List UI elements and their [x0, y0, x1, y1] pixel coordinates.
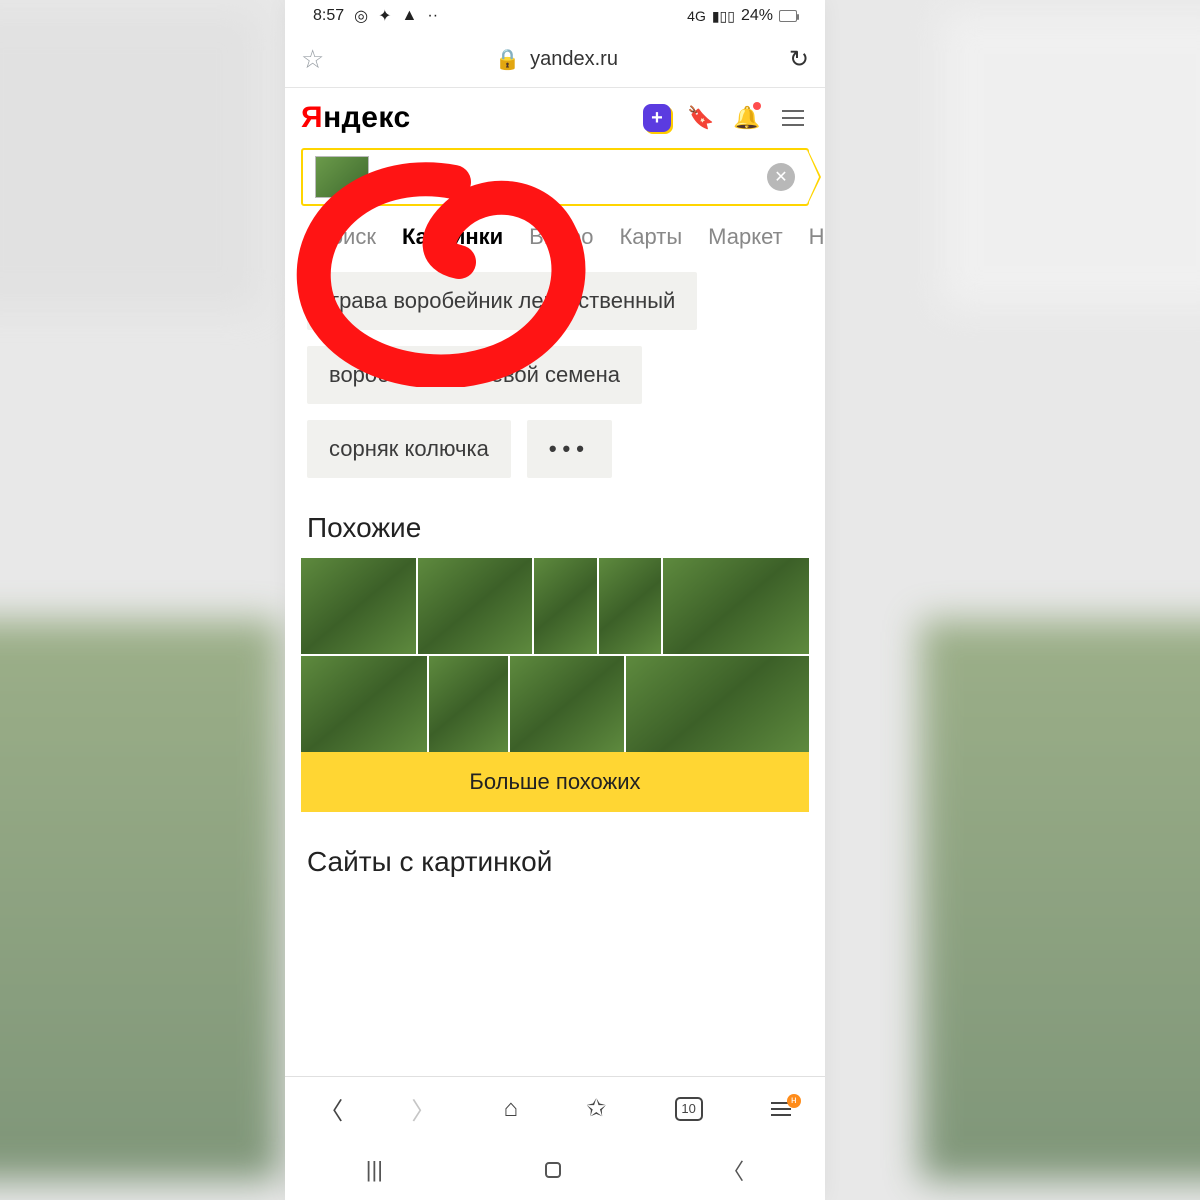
tab-video[interactable]: Видео: [529, 224, 593, 250]
yandex-header: Яндекс + 🔖 🔔: [285, 88, 825, 148]
android-nav-bar: ||| 〈: [285, 1140, 825, 1200]
logo-letter-ya: Я: [301, 101, 323, 134]
suggestion-chips: трава воробейник лекарственный воробейни…: [285, 262, 825, 478]
tab-karty[interactable]: Карты: [619, 224, 682, 250]
search-arrow-icon: [807, 148, 821, 206]
similar-heading: Похожие: [285, 478, 825, 558]
chip-suggestion[interactable]: воробейник полевой семена: [307, 346, 642, 404]
network-type: 4G: [687, 8, 706, 24]
similar-image[interactable]: [510, 656, 624, 752]
home-button-icon[interactable]: [545, 1162, 561, 1178]
chip-more[interactable]: •••: [527, 420, 612, 478]
menu-icon[interactable]: [777, 102, 809, 134]
clear-icon[interactable]: ✕: [767, 163, 795, 191]
image-search-box[interactable]: ✕: [301, 148, 809, 206]
tab-more[interactable]: Но: [809, 224, 825, 250]
warning-icon: ▲: [402, 7, 418, 25]
similar-image[interactable]: [534, 558, 597, 654]
url-domain: yandex.ru: [530, 48, 618, 71]
more-similar-button[interactable]: Больше похожих: [301, 752, 809, 812]
home-icon[interactable]: ⌂: [504, 1095, 519, 1123]
yandex-logo[interactable]: Яндекс: [301, 101, 411, 135]
back-icon[interactable]: 〈: [319, 1091, 343, 1126]
similar-image[interactable]: [663, 558, 809, 654]
phone-screen: 8:57 ◎ ✦ ▲ ·· 4G ▮▯▯ 24% ☆ 🔒 yandex.ru ↻…: [285, 0, 825, 1200]
notification-dot-icon: [753, 102, 761, 110]
status-bar: 8:57 ◎ ✦ ▲ ·· 4G ▮▯▯ 24%: [285, 0, 825, 32]
similar-image-grid: [301, 558, 809, 752]
bookmark-icon[interactable]: 🔖: [685, 102, 717, 134]
browser-url-bar: ☆ 🔒 yandex.ru ↻: [285, 32, 825, 88]
reload-icon[interactable]: ↻: [789, 45, 809, 74]
logo-rest: ндекс: [323, 101, 411, 134]
similar-image[interactable]: [301, 656, 427, 752]
url-display[interactable]: 🔒 yandex.ru: [338, 47, 775, 72]
plus-icon[interactable]: +: [643, 104, 671, 132]
similar-image[interactable]: [418, 558, 533, 654]
sites-heading: Сайты с картинкой: [285, 812, 825, 892]
browser-menu-icon[interactable]: н: [771, 1102, 791, 1116]
tabs-count-icon[interactable]: 10: [675, 1097, 703, 1121]
similar-image[interactable]: [626, 656, 809, 752]
signal-icon: ▮▯▯: [712, 8, 735, 25]
browser-bottom-bar: 〈 〉 ⌂ ✩ 10 н: [285, 1076, 825, 1140]
chip-suggestion[interactable]: трава воробейник лекарственный: [307, 272, 697, 330]
tab-poisk[interactable]: Поиск: [315, 224, 376, 250]
more-dots-icon: ··: [427, 7, 438, 25]
lock-icon: 🔒: [495, 47, 520, 72]
menu-badge: н: [787, 1094, 801, 1108]
forward-icon[interactable]: 〉: [411, 1091, 435, 1126]
sparkle-icon: ✦: [378, 6, 391, 26]
battery-percent: 24%: [741, 7, 773, 25]
battery-icon: [779, 10, 797, 22]
tab-kartinki[interactable]: Картинки: [402, 224, 503, 250]
search-service-tabs: Поиск Картинки Видео Карты Маркет Но: [285, 206, 825, 262]
bookmark-star-icon[interactable]: ☆: [301, 44, 324, 75]
status-time: 8:57: [313, 7, 344, 25]
similar-image[interactable]: [599, 558, 662, 654]
search-thumbnail[interactable]: [315, 156, 369, 198]
chip-suggestion[interactable]: сорняк колючка: [307, 420, 511, 478]
instagram-icon: ◎: [354, 6, 368, 26]
similar-image[interactable]: [301, 558, 416, 654]
similar-image[interactable]: [429, 656, 509, 752]
favorites-icon[interactable]: ✩: [586, 1094, 606, 1123]
tab-market[interactable]: Маркет: [708, 224, 783, 250]
recents-icon[interactable]: |||: [366, 1157, 383, 1183]
bell-icon[interactable]: 🔔: [731, 102, 763, 134]
back-button-icon[interactable]: 〈: [722, 1154, 744, 1186]
